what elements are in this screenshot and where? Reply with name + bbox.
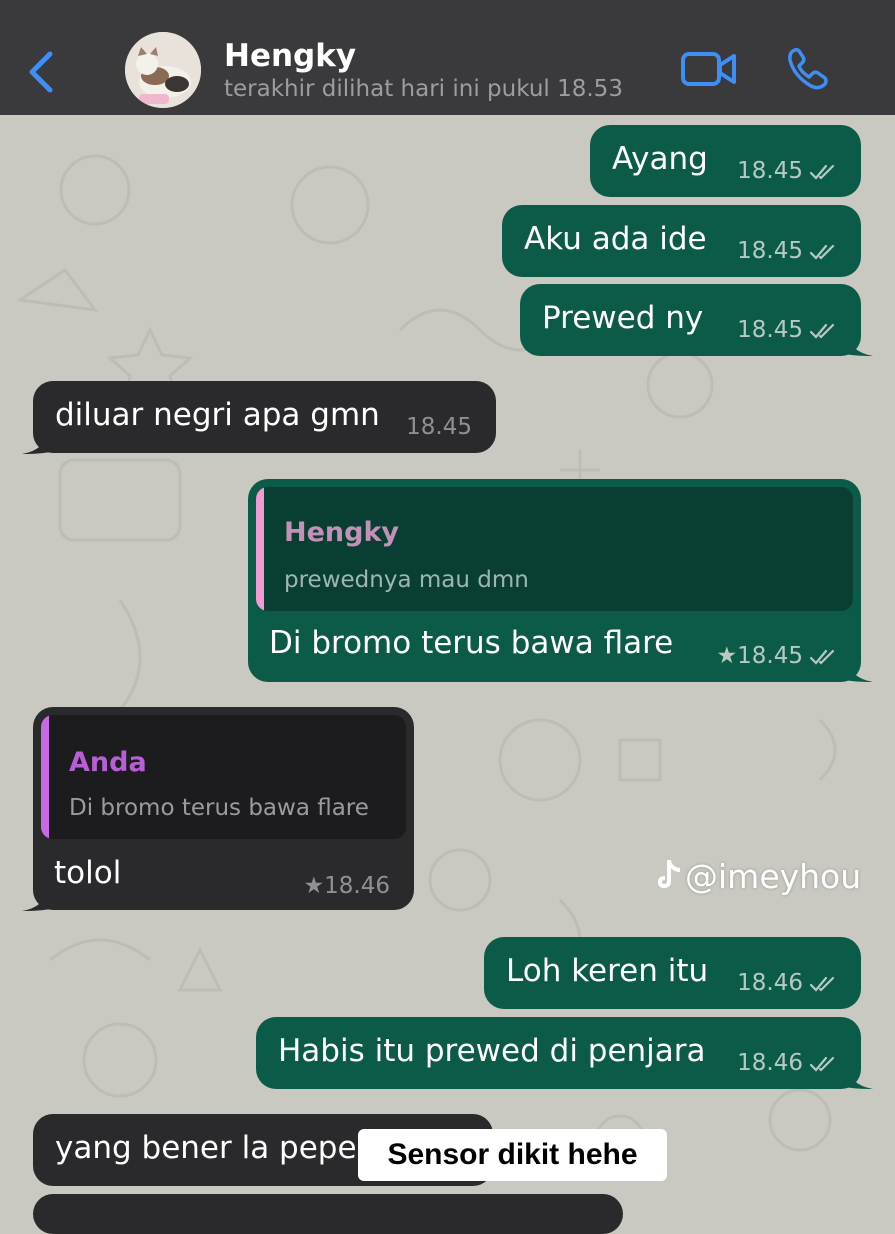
message-timestamp: 18.46: [737, 970, 837, 996]
message-timestamp: 18.46: [737, 1050, 837, 1076]
double-check-icon: [809, 976, 835, 992]
message-timestamp: ★18.45: [717, 643, 837, 669]
message-bubble-incoming-reply[interactable]: Anda Di bromo terus bawa flare tolol ★18…: [33, 707, 414, 910]
chat-header: Hengky terakhir dilihat hari ini pukul 1…: [0, 0, 895, 115]
quote-bar: [256, 487, 264, 611]
last-seen-status: terakhir dilihat hari ini pukul 18.53: [224, 76, 623, 102]
message-text: Di bromo terus bawa flare: [269, 625, 674, 661]
message-bubble-incoming-partial[interactable]: [33, 1194, 623, 1234]
double-check-icon: [809, 244, 835, 260]
message-bubble-incoming[interactable]: diluar negri apa gmn 18.45: [33, 381, 496, 453]
message-bubble-outgoing[interactable]: Ayang 18.45: [590, 125, 861, 197]
quote-author: Anda: [69, 747, 147, 778]
bubble-tail: [22, 885, 50, 911]
message-text: Habis itu prewed di penjara: [278, 1033, 706, 1069]
message-text: tolol: [54, 855, 122, 891]
phone-icon[interactable]: [785, 46, 831, 92]
quoted-message[interactable]: Hengky prewednya mau dmn: [256, 487, 853, 611]
message-timestamp: 18.45: [406, 414, 472, 440]
message-bubble-outgoing[interactable]: Loh keren itu 18.46: [484, 937, 861, 1009]
message-bubble-outgoing-reply[interactable]: Hengky prewednya mau dmn Di bromo terus …: [248, 479, 861, 682]
quote-text: prewednya mau dmn: [284, 567, 529, 593]
message-bubble-outgoing[interactable]: Aku ada ide 18.45: [502, 205, 861, 277]
message-text: Prewed ny: [542, 300, 704, 336]
double-check-icon: [809, 323, 835, 339]
double-check-icon: [809, 649, 835, 665]
double-check-icon: [809, 1056, 835, 1072]
message-timestamp: 18.45: [737, 238, 837, 264]
contact-name[interactable]: Hengky: [224, 38, 356, 74]
message-text: Aku ada ide: [524, 221, 707, 257]
message-timestamp: 18.45: [737, 158, 837, 184]
message-bubble-outgoing[interactable]: Habis itu prewed di penjara 18.46: [256, 1017, 861, 1089]
tiktok-watermark: @imeyhou: [655, 857, 861, 896]
message-timestamp: ★18.46: [303, 873, 390, 899]
message-text: yang bener la pepe: [55, 1130, 357, 1166]
bubble-tail: [22, 428, 50, 454]
bubble-tail: [845, 656, 873, 682]
quote-author: Hengky: [284, 517, 400, 548]
chevron-left-icon[interactable]: [26, 50, 56, 94]
quote-bar: [41, 715, 49, 839]
tiktok-icon: [658, 860, 680, 888]
quote-text: Di bromo terus bawa flare: [69, 795, 369, 821]
bubble-tail: [845, 1063, 873, 1089]
cat-photo-icon: [125, 32, 201, 108]
message-text: diluar negri apa gmn: [55, 397, 380, 433]
bubble-tail: [845, 330, 873, 356]
message-text: Ayang: [612, 141, 708, 177]
video-camera-icon[interactable]: [680, 50, 738, 88]
message-timestamp: 18.45: [737, 317, 837, 343]
message-bubble-outgoing[interactable]: Prewed ny 18.45: [520, 284, 861, 356]
avatar[interactable]: [125, 32, 201, 108]
message-text: Loh keren itu: [506, 953, 709, 989]
quoted-message[interactable]: Anda Di bromo terus bawa flare: [41, 715, 406, 839]
double-check-icon: [809, 164, 835, 180]
censor-sticker: Sensor dikit hehe: [358, 1129, 667, 1181]
